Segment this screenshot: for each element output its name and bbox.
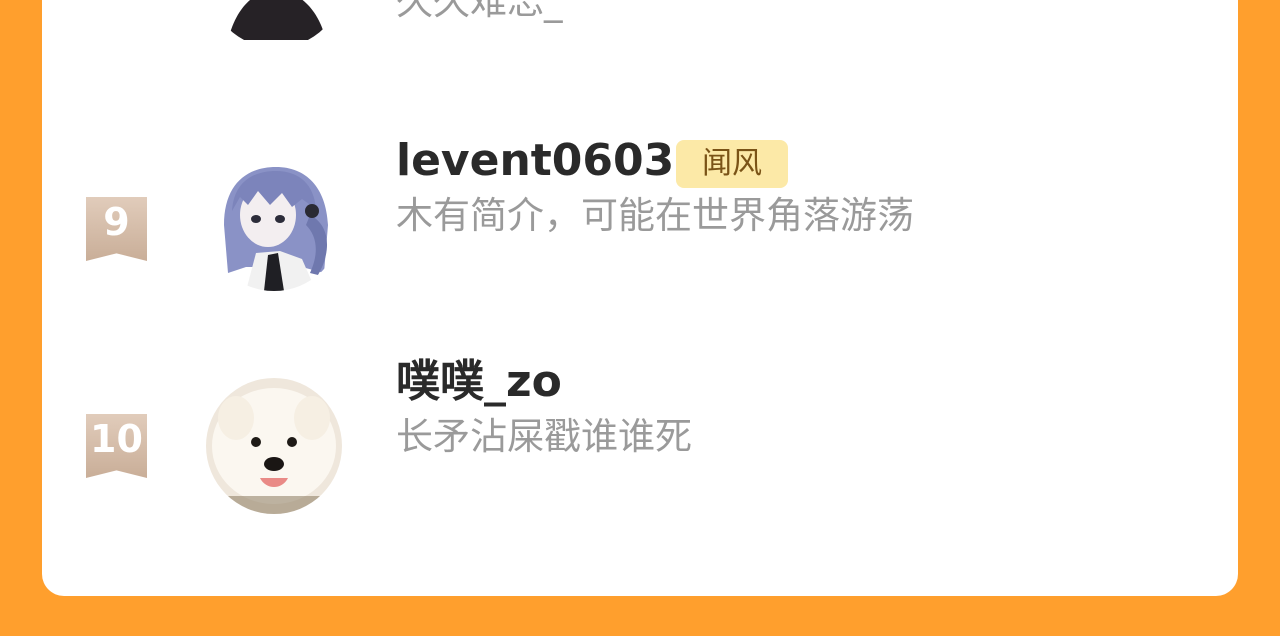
- list-item[interactable]: 9 levent0603 闻风 木有简介，可能在世界角落游荡: [42, 135, 1238, 315]
- ranking-card: 8 久久难忘_ 9: [42, 0, 1238, 596]
- title-badge: 闻风: [676, 140, 788, 188]
- user-bio: 长矛沾屎戳谁谁死: [396, 415, 692, 458]
- list-item[interactable]: 8 久久难忘_: [42, 0, 1238, 80]
- list-item[interactable]: 10 噗噗_zo 长矛沾屎戳谁谁死: [42, 356, 1238, 538]
- rank-badge: 9: [86, 197, 147, 261]
- user-bio: 久久难忘_: [396, 0, 563, 23]
- rank-number: 9: [103, 200, 130, 244]
- rank-badge: 10: [86, 414, 147, 478]
- rank-number: 10: [90, 417, 143, 461]
- avatar[interactable]: [206, 155, 342, 291]
- user-bio: 木有简介，可能在世界角落游荡: [396, 194, 914, 237]
- avatar[interactable]: [208, 0, 344, 48]
- user-name[interactable]: 噗噗_zo: [396, 356, 562, 408]
- avatar[interactable]: [206, 378, 342, 514]
- user-name[interactable]: levent0603: [396, 135, 674, 187]
